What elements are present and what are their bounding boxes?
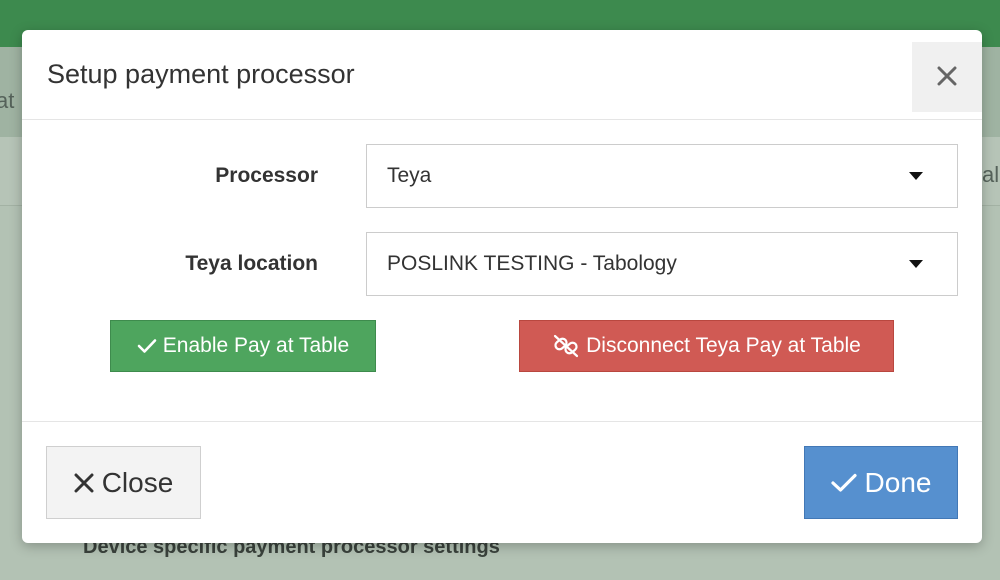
processor-select-value: Teya bbox=[387, 164, 432, 187]
close-button-label: Close bbox=[101, 466, 174, 498]
enable-pay-at-table-label: Enable Pay at Table bbox=[162, 334, 350, 357]
background-text-fragment-left: at bbox=[0, 88, 15, 113]
background-text-fragment-right: ale bbox=[982, 162, 1000, 187]
enable-pay-at-table-button[interactable]: Enable Pay at Table bbox=[110, 320, 376, 372]
close-icon bbox=[74, 473, 94, 493]
modal-header: Setup payment processor bbox=[22, 30, 982, 120]
location-select[interactable]: POSLINK TESTING - Tabology bbox=[366, 232, 958, 296]
processor-label: Processor bbox=[215, 164, 318, 187]
location-select-value: POSLINK TESTING - Tabology bbox=[387, 252, 677, 275]
close-icon bbox=[937, 66, 957, 89]
unlink-icon bbox=[552, 334, 580, 358]
disconnect-pay-at-table-label: Disconnect Teya Pay at Table bbox=[586, 334, 861, 357]
modal-title: Setup payment processor bbox=[47, 59, 355, 89]
disconnect-pay-at-table-button[interactable]: Disconnect Teya Pay at Table bbox=[519, 320, 894, 372]
processor-row: Processor Teya bbox=[22, 144, 982, 208]
location-label: Teya location bbox=[185, 252, 318, 275]
chevron-down-icon bbox=[909, 260, 923, 268]
check-icon bbox=[137, 338, 157, 354]
location-row: Teya location POSLINK TESTING - Tabology bbox=[22, 232, 982, 296]
modal-footer: Close Done bbox=[22, 421, 982, 543]
done-button[interactable]: Done bbox=[804, 446, 958, 519]
check-icon bbox=[830, 473, 857, 493]
done-button-label: Done bbox=[864, 466, 932, 498]
close-button[interactable]: Close bbox=[46, 446, 201, 519]
modal-close-button[interactable] bbox=[912, 42, 982, 112]
chevron-down-icon bbox=[909, 172, 923, 180]
setup-payment-processor-dialog: Setup payment processor Processor Teya T… bbox=[22, 30, 982, 543]
processor-select[interactable]: Teya bbox=[366, 144, 958, 208]
